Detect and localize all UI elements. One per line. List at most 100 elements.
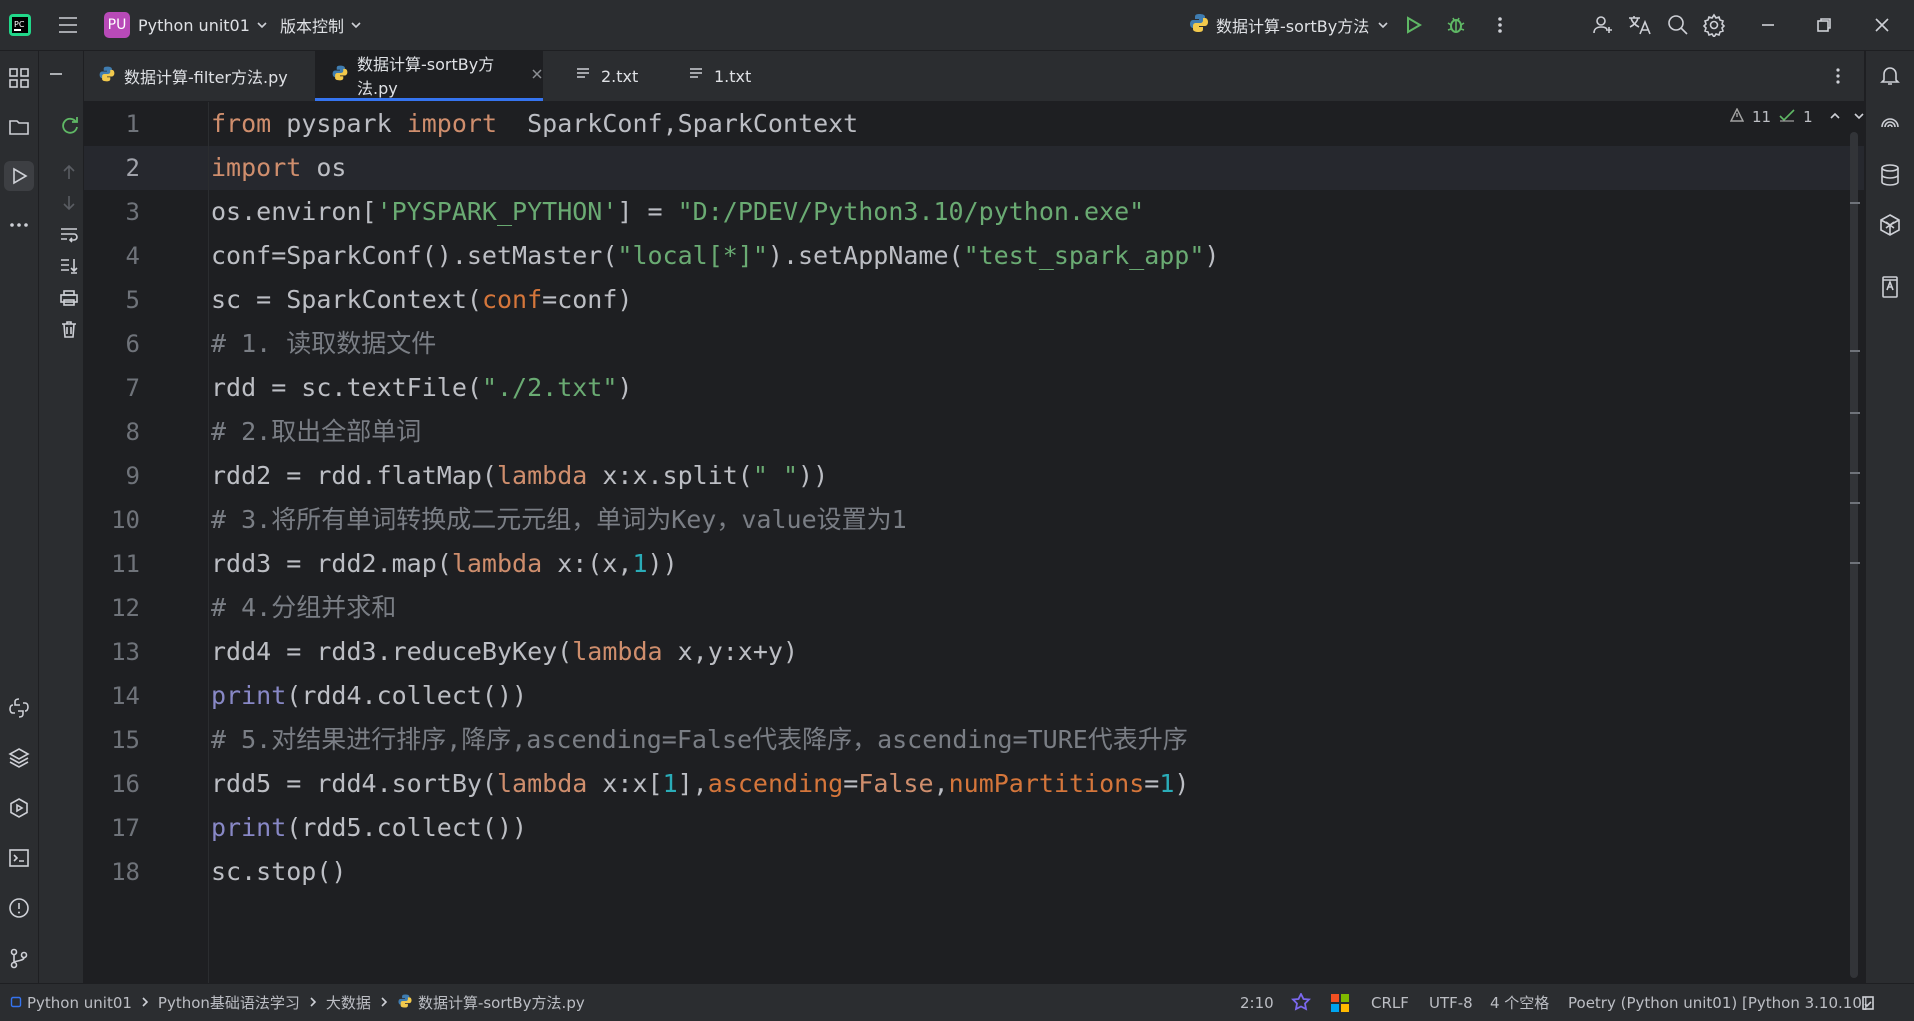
python-packages-icon[interactable]: [4, 743, 34, 773]
chevron-right-icon: [309, 994, 317, 1012]
code-line[interactable]: rdd5 = rdd4.sortBy(lambda x:x[1],ascendi…: [211, 762, 1189, 806]
line-number[interactable]: 12: [84, 586, 140, 630]
terminal-icon[interactable]: [4, 843, 34, 873]
line-number[interactable]: 2: [84, 146, 140, 190]
line-number[interactable]: 8: [84, 410, 140, 454]
main-menu-icon[interactable]: [56, 0, 80, 50]
line-ending[interactable]: CRLF: [1371, 984, 1409, 1021]
line-number[interactable]: 11: [84, 542, 140, 586]
tab-1-txt[interactable]: 1.txt: [688, 51, 768, 101]
caret-position[interactable]: 2:10: [1240, 984, 1274, 1021]
breadcrumb-item[interactable]: 数据计算-sortBy方法.py: [418, 992, 585, 1013]
settings-gear-icon[interactable]: [1702, 0, 1726, 50]
breadcrumb-item[interactable]: Python基础语法学习: [158, 992, 300, 1013]
tab-close-icon[interactable]: [531, 65, 543, 84]
debug-icon[interactable]: [1445, 0, 1467, 50]
tab-sortby[interactable]: 数据计算-sortBy方法.py: [315, 51, 543, 101]
restore-icon[interactable]: [1814, 0, 1834, 50]
scroll-to-end-icon[interactable]: [59, 257, 79, 279]
line-number[interactable]: 6: [84, 322, 140, 366]
line-number[interactable]: 18: [84, 850, 140, 894]
collapse-icon[interactable]: [47, 65, 65, 87]
documentation-icon[interactable]: [1878, 275, 1902, 303]
close-icon[interactable]: [1872, 0, 1892, 50]
line-number[interactable]: 16: [84, 762, 140, 806]
arrow-up-icon[interactable]: [61, 163, 77, 185]
code-line[interactable]: sc.stop(): [211, 850, 346, 894]
code-line[interactable]: print(rdd5.collect()): [211, 806, 527, 850]
run-config-selector[interactable]: 数据计算-sortBy方法: [1188, 0, 1389, 50]
more-tools-icon[interactable]: [4, 210, 34, 240]
line-number[interactable]: 1: [84, 102, 140, 146]
more-actions-icon[interactable]: [1490, 0, 1510, 50]
tab-filter[interactable]: 数据计算-filter方法.py: [98, 51, 298, 101]
print-icon[interactable]: [59, 289, 79, 311]
line-number[interactable]: 17: [84, 806, 140, 850]
tab-2-txt[interactable]: 2.txt: [575, 51, 655, 101]
database-icon[interactable]: [1878, 163, 1902, 191]
code-line[interactable]: rdd3 = rdd2.map(lambda x:(x,1)): [211, 542, 678, 586]
code-line[interactable]: # 2.取出全部单词: [211, 410, 421, 454]
code-line[interactable]: # 5.对结果进行排序,降序,ascending=False代表降序，ascen…: [211, 718, 1188, 762]
line-number[interactable]: 9: [84, 454, 140, 498]
vcs-menu[interactable]: 版本控制: [280, 0, 362, 50]
code-line[interactable]: from pyspark import SparkConf,SparkConte…: [211, 102, 858, 146]
structure-icon[interactable]: [4, 63, 34, 93]
vs-plugin-icon[interactable]: [1291, 984, 1311, 1021]
code-line[interactable]: # 1. 读取数据文件: [211, 322, 436, 366]
line-number[interactable]: 5: [84, 278, 140, 322]
code-line[interactable]: # 4.分组并求和: [211, 586, 396, 630]
code-line[interactable]: conf=SparkConf().setMaster("local[*]").s…: [211, 234, 1219, 278]
pycharm-logo-icon[interactable]: PC: [8, 0, 32, 50]
minimize-icon[interactable]: [1758, 0, 1778, 50]
code-line[interactable]: os.environ['PYSPARK_PYTHON'] = "D:/PDEV/…: [211, 190, 1144, 234]
readonly-lock-icon[interactable]: [1860, 984, 1876, 1021]
windows-logo-icon[interactable]: [1331, 984, 1349, 1021]
code-line[interactable]: rdd2 = rdd.flatMap(lambda x:x.split(" ")…: [211, 454, 828, 498]
inspection-widget[interactable]: 11 1: [1729, 107, 1865, 126]
git-icon[interactable]: [4, 943, 34, 973]
add-user-icon[interactable]: [1591, 0, 1615, 50]
file-encoding[interactable]: UTF-8: [1429, 984, 1473, 1021]
chevron-down-icon[interactable]: [1853, 108, 1865, 126]
services-icon[interactable]: [4, 793, 34, 823]
sciview-icon[interactable]: [1878, 213, 1902, 241]
trash-icon[interactable]: [59, 319, 79, 343]
python-console-icon[interactable]: [4, 693, 34, 723]
project-selector[interactable]: PU Python unit01: [104, 0, 268, 50]
code-line[interactable]: import os: [211, 146, 346, 190]
breadcrumb-item[interactable]: Python unit01: [27, 994, 132, 1012]
run-tool-icon[interactable]: [4, 161, 34, 191]
code-editor[interactable]: 1 2 3 4 5 6 7 8 9 10 11 12 13 14 15 16 17 18 from pyspark…: [84, 102, 1864, 983]
line-number[interactable]: 7: [84, 366, 140, 410]
tab-label: 数据计算-filter方法.py: [124, 68, 288, 87]
line-number[interactable]: 10: [84, 498, 140, 542]
notifications-bell-icon[interactable]: [1878, 63, 1902, 91]
indent-setting[interactable]: 4 个空格: [1490, 984, 1549, 1021]
chevron-up-icon[interactable]: [1829, 108, 1841, 126]
scroll-marker: [1850, 202, 1860, 204]
code-line[interactable]: print(rdd4.collect()): [211, 674, 527, 718]
line-number[interactable]: 14: [84, 674, 140, 718]
project-folder-icon[interactable]: [4, 112, 34, 142]
ai-assistant-icon[interactable]: [1878, 113, 1902, 141]
line-number[interactable]: 3: [84, 190, 140, 234]
code-line[interactable]: # 3.将所有单词转换成二元元组，单词为Key，value设置为1: [211, 498, 907, 542]
line-number[interactable]: 4: [84, 234, 140, 278]
search-icon[interactable]: [1666, 0, 1690, 50]
arrow-down-icon[interactable]: [61, 194, 77, 216]
code-line[interactable]: sc = SparkContext(conf=conf): [211, 278, 632, 322]
interpreter-selector[interactable]: Poetry (Python unit01) [Python 3.10.10]: [1568, 984, 1868, 1021]
tab-options-icon[interactable]: [1830, 66, 1846, 90]
code-line[interactable]: rdd4 = rdd3.reduceByKey(lambda x,y:x+y): [211, 630, 798, 674]
run-icon[interactable]: [1402, 0, 1424, 50]
scrollbar[interactable]: [1850, 132, 1858, 978]
breadcrumb-item[interactable]: 大数据: [326, 992, 371, 1013]
soft-wrap-icon[interactable]: [59, 225, 79, 247]
code-line[interactable]: rdd = sc.textFile("./2.txt"): [211, 366, 632, 410]
problems-icon[interactable]: [4, 893, 34, 923]
translate-icon[interactable]: [1627, 0, 1653, 50]
line-number[interactable]: 13: [84, 630, 140, 674]
rerun-icon[interactable]: [59, 114, 81, 140]
line-number[interactable]: 15: [84, 718, 140, 762]
